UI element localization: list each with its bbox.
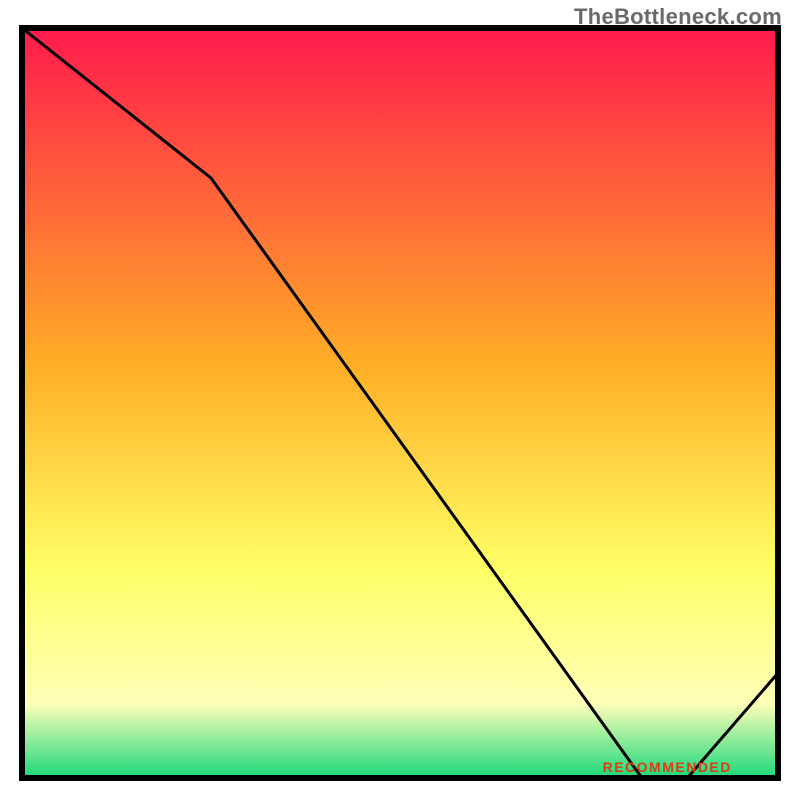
bottleneck-chart: RECOMMENDED	[0, 0, 800, 800]
recommended-marker: RECOMMENDED	[603, 759, 732, 775]
gradient-background	[22, 28, 778, 778]
